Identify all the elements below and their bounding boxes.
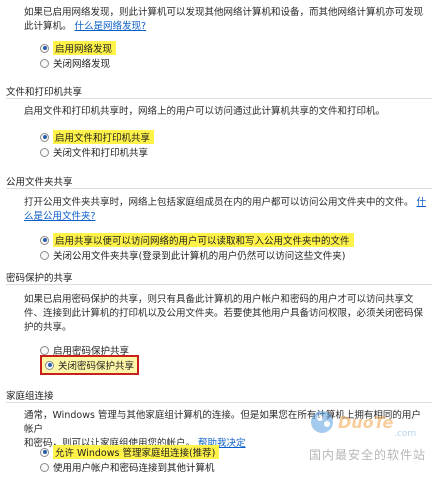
watermark-subtitle: 国内最安全的软件站 <box>308 448 426 462</box>
radio-disable-network-discovery[interactable]: 关闭网络发现 <box>40 56 110 70</box>
svg-text:DuoTe: DuoTe <box>338 413 394 432</box>
divider <box>6 188 432 189</box>
radio-windows-manage-homegroup[interactable]: 允许 Windows 管理家庭组连接(推荐) <box>40 445 220 459</box>
public-folder-description: 打开公用文件夹共享时，网络上包括家庭组成员在内的用户都可以访问公用文件夹中的文件… <box>24 197 427 222</box>
radio-button-icon <box>40 250 49 260</box>
section-title-public-folder: 公用文件夹共享 <box>6 177 73 188</box>
radio-disable-password-sharing[interactable]: 关闭密码保护共享 <box>40 355 140 375</box>
svg-text:.com: .com <box>394 429 416 439</box>
radio-enable-file-printer-sharing[interactable]: 启用文件和打印机共享 <box>40 130 155 144</box>
divider <box>6 98 432 99</box>
radio-use-user-account[interactable]: 使用用户帐户和密码连接到其他计算机 <box>40 460 215 474</box>
radio-enable-public-folder-sharing[interactable]: 启用共享以便可以访问网络的用户可以读取和写入公用文件夹中的文件 <box>40 233 354 247</box>
highlight-box: 关闭密码保护共享 <box>40 355 140 375</box>
network-discovery-description: 如果已启用网络发现，则此计算机可以发现其他网络计算机和设备，而其他网络计算机亦可… <box>24 7 424 32</box>
file-printer-description: 启用文件和打印机共享时，网络上的用户可以访问通过此计算机共享的文件和打印机。 <box>24 106 386 117</box>
section-title-file-printer: 文件和打印机共享 <box>6 87 83 98</box>
section-title-password-sharing: 密码保护的共享 <box>6 273 73 284</box>
radio-button-icon <box>40 147 49 157</box>
radio-disable-public-folder-sharing[interactable]: 关闭公用文件夹共享(登录到此计算机的用户仍然可以访问这些文件夹) <box>40 248 345 262</box>
radio-button-icon <box>40 447 49 457</box>
radio-button-icon <box>40 345 49 355</box>
network-discovery-help-link[interactable]: 什么是网络发现? <box>75 21 147 32</box>
radio-button-icon <box>40 462 49 472</box>
radio-button-icon <box>45 360 54 370</box>
radio-disable-file-printer-sharing[interactable]: 关闭文件和打印机共享 <box>40 145 148 159</box>
radio-enable-network-discovery[interactable]: 启用网络发现 <box>40 41 117 55</box>
radio-button-icon <box>40 235 49 245</box>
divider <box>6 284 432 285</box>
duote-logo-watermark: DuoTe .com <box>311 411 416 439</box>
section-title-homegroup: 家庭组连接 <box>6 391 54 402</box>
radio-button-icon <box>40 58 49 68</box>
radio-button-icon <box>40 132 49 142</box>
radio-button-icon <box>40 43 49 53</box>
password-sharing-description: 如果已启用密码保护的共享，则只有具备此计算机的用户帐户和密码的用户才可以访问共享… <box>24 294 424 333</box>
